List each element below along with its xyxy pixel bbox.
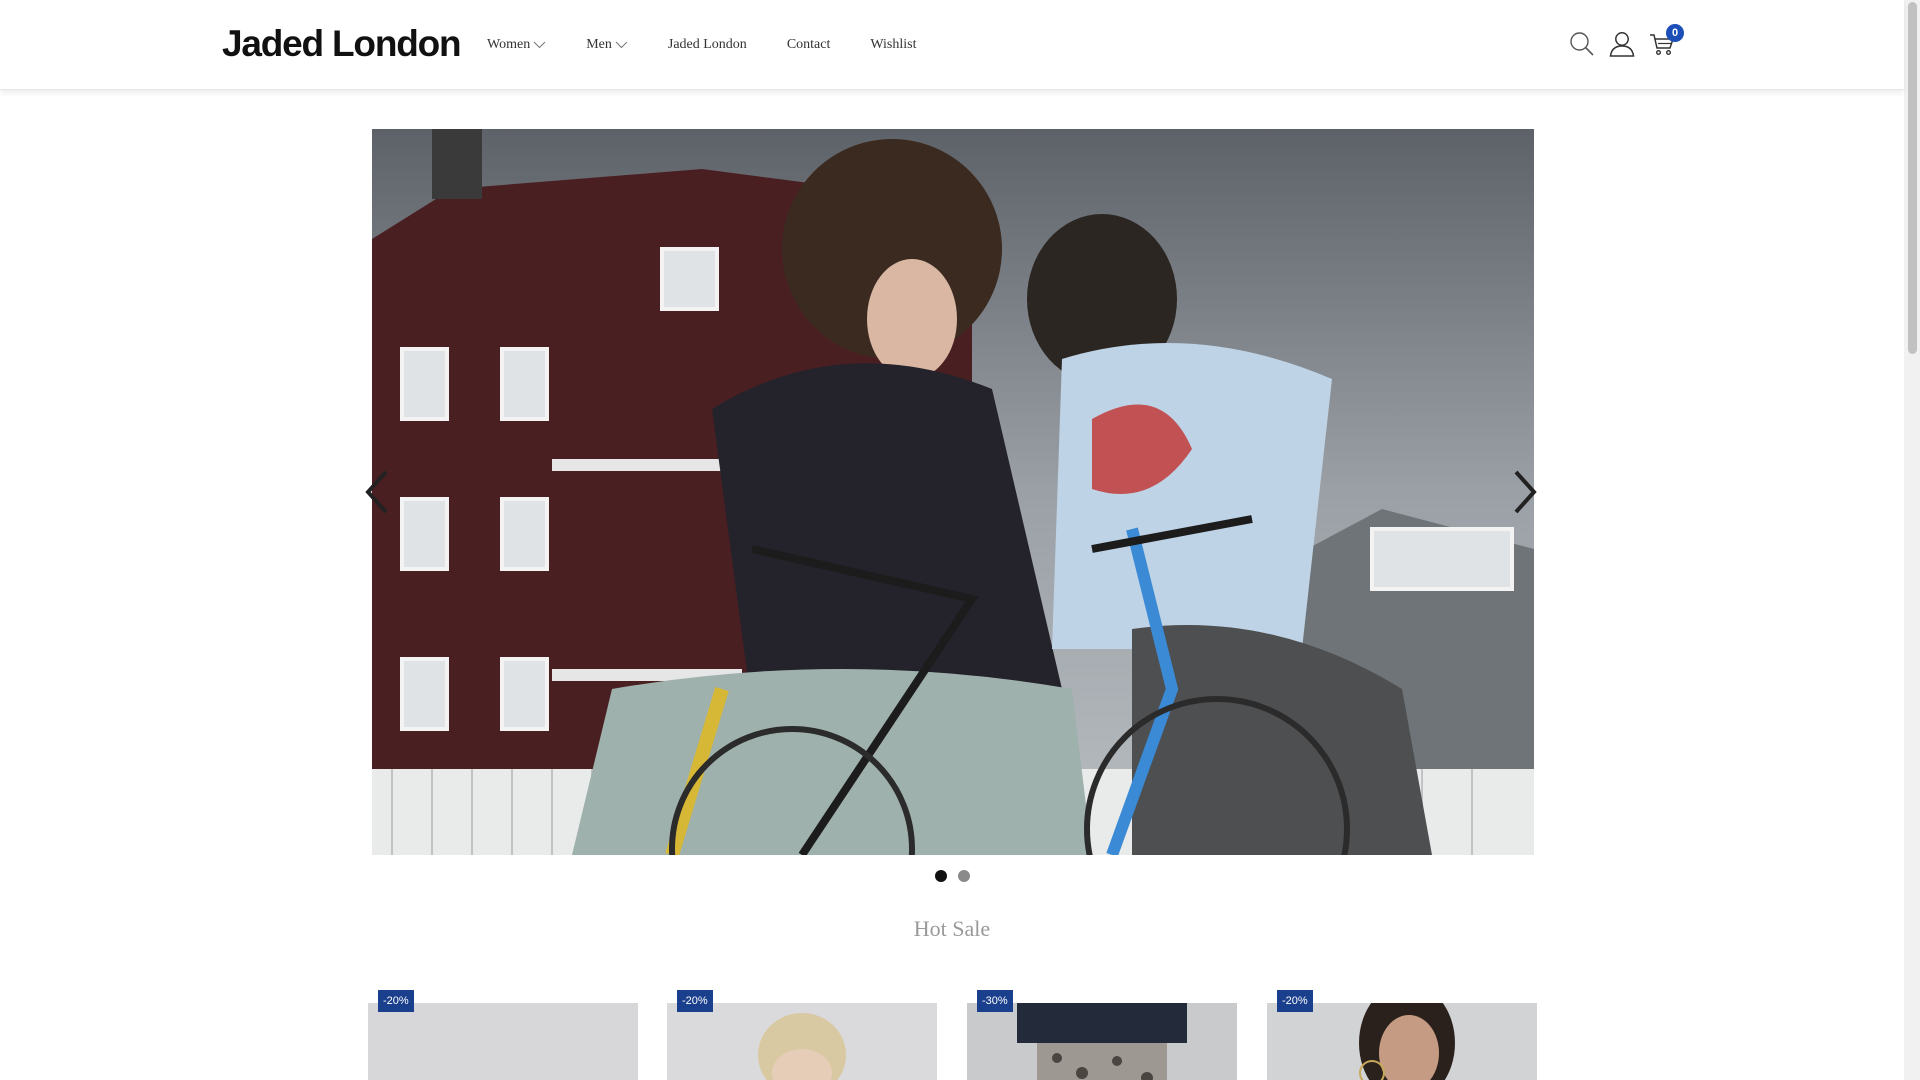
nav-item-label: Men <box>586 37 612 52</box>
discount-badge: -30% <box>977 990 1013 1012</box>
main-nav: Women Men Jaded London Contact Wishlist <box>487 34 956 56</box>
nav-item-contact[interactable]: Contact <box>787 37 831 53</box>
scrollbar-thumb[interactable] <box>1908 2 1917 354</box>
hero-slider[interactable] <box>372 129 1534 855</box>
nav-item-label: Contact <box>786 37 831 52</box>
product-card[interactable]: -20% <box>1267 990 1537 1080</box>
nav-item-jaded-london[interactable]: Jaded London <box>668 37 747 53</box>
slider-dot-1[interactable] <box>935 870 947 882</box>
site-header: Jaded London Women Men Jaded London Cont… <box>0 0 1904 90</box>
slider-pagination <box>935 870 981 882</box>
nav-item-label: Jaded London <box>667 37 747 52</box>
product-image[interactable] <box>368 1003 638 1080</box>
nav-item-label: Wishlist <box>870 37 917 52</box>
discount-badge: -20% <box>1277 990 1313 1012</box>
product-card[interactable]: -30% <box>967 990 1237 1080</box>
user-icon <box>1609 32 1635 57</box>
chevron-down-icon <box>615 41 628 49</box>
site-logo[interactable]: Jaded London <box>222 24 462 64</box>
slider-dot-2[interactable] <box>958 870 970 882</box>
chevron-down-icon <box>533 41 546 49</box>
hero-image <box>372 129 1534 855</box>
nav-item-label: Women <box>487 37 531 52</box>
cart-button[interactable]: 0 <box>1648 24 1684 58</box>
search-button[interactable] <box>1568 30 1596 58</box>
nav-item-men[interactable]: Men <box>586 37 628 53</box>
cart-count-badge: 0 <box>1666 24 1684 42</box>
discount-badge: -20% <box>677 990 713 1012</box>
product-image[interactable] <box>967 1003 1237 1080</box>
discount-badge: -20% <box>378 990 414 1012</box>
page-scrollbar[interactable] <box>1904 0 1920 1080</box>
header-icons: 0 <box>1568 24 1688 58</box>
product-card[interactable]: -20% <box>368 990 638 1080</box>
slider-prev-arrow[interactable] <box>362 470 392 514</box>
product-image[interactable] <box>1267 1003 1537 1080</box>
product-image[interactable] <box>667 1003 937 1080</box>
nav-item-wishlist[interactable]: Wishlist <box>870 37 916 53</box>
account-button[interactable] <box>1608 30 1636 58</box>
search-icon <box>1570 32 1594 56</box>
nav-item-women[interactable]: Women <box>487 37 546 53</box>
hot-sale-heading: Hot Sale <box>913 916 991 941</box>
slider-next-arrow[interactable] <box>1510 470 1540 514</box>
product-card[interactable]: -20% <box>667 990 937 1080</box>
